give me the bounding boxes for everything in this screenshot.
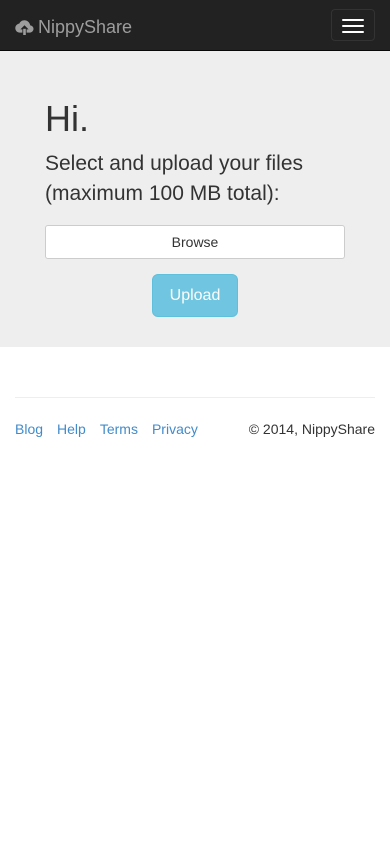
footer-link-privacy[interactable]: Privacy: [152, 419, 198, 439]
top-navbar: NippyShare: [0, 0, 390, 51]
footer: Blog Help Terms Privacy © 2014, NippySha…: [15, 419, 375, 439]
footer-link-blog[interactable]: Blog: [15, 419, 43, 439]
upload-instructions: Select and upload your files (maximum 10…: [45, 152, 303, 205]
footer-link-terms[interactable]: Terms: [100, 419, 138, 439]
brand-name: NippyShare: [38, 17, 133, 37]
brand-link[interactable]: NippyShare: [15, 15, 132, 39]
footer-links: Blog Help Terms Privacy: [15, 419, 212, 439]
hamburger-menu-icon-bar: [342, 25, 364, 27]
upload-button[interactable]: Upload: [152, 274, 238, 317]
footer-link-help[interactable]: Help: [57, 419, 86, 439]
footer-divider: [15, 397, 375, 398]
navbar-toggle-button[interactable]: [331, 9, 375, 41]
browse-files-button[interactable]: Browse: [45, 225, 345, 259]
upload-panel: Hi. Select and upload your files (maximu…: [0, 51, 390, 347]
cloud-upload-icon: [15, 19, 34, 36]
hamburger-menu-icon: [342, 19, 364, 21]
copyright-notice: © 2014, NippyShare: [248, 421, 375, 437]
page-title: Hi.: [45, 98, 89, 139]
hamburger-menu-icon-bar: [342, 31, 364, 33]
